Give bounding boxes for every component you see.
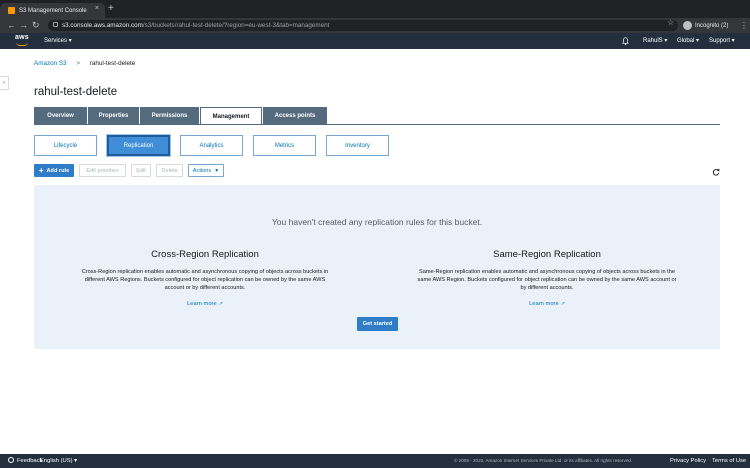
- incognito-indicator[interactable]: Incognito (2): [683, 20, 728, 31]
- cross-region-learn-more-link[interactable]: Learn more ↗: [187, 301, 223, 307]
- forward-icon[interactable]: →: [19, 19, 28, 32]
- aws-smile-icon: [16, 42, 28, 46]
- new-tab-button[interactable]: +: [108, 3, 114, 15]
- tab-overview[interactable]: Overview: [34, 107, 87, 124]
- reload-icon[interactable]: ↻: [32, 19, 40, 32]
- breadcrumb-amazon-s3[interactable]: Amazon S3: [34, 60, 67, 67]
- cross-region-section: Cross-Region Replication Cross-Region re…: [75, 249, 335, 310]
- address-url: s3.console.aws.amazon.com/s3/buckets/rah…: [62, 22, 330, 29]
- breadcrumb: Amazon S3 > rahul-test-delete: [34, 60, 135, 67]
- tab-access-points[interactable]: Access points: [263, 107, 327, 124]
- browser-menu-icon[interactable]: ⋮: [740, 19, 748, 32]
- empty-state-heading: You haven't created any replication rule…: [271, 217, 483, 227]
- browser-tab[interactable]: S3 Management Console ×: [0, 3, 105, 18]
- feedback-icon: [8, 457, 14, 463]
- privacy-policy-link[interactable]: Privacy Policy: [670, 454, 706, 468]
- cross-region-description: Cross-Region replication enables automat…: [81, 269, 329, 291]
- delete-button[interactable]: Delete: [156, 164, 183, 177]
- same-region-description: Same-Region replication enables automati…: [417, 269, 677, 291]
- refresh-icon[interactable]: [712, 168, 720, 176]
- services-menu[interactable]: Services ▾: [44, 33, 72, 49]
- subtab-replication[interactable]: Replication: [107, 135, 170, 156]
- support-menu[interactable]: Support ▾: [709, 33, 735, 49]
- aws-favicon-icon: [8, 7, 15, 14]
- management-subtabs: Lifecycle Replication Analytics Metrics …: [34, 135, 389, 156]
- console-footer: Feedback English (US) ▾ © 2008 - 2020, A…: [0, 454, 750, 468]
- lock-icon: [53, 22, 58, 27]
- same-region-title: Same-Region Replication: [493, 249, 601, 260]
- external-link-icon: ↗: [218, 301, 223, 307]
- actions-dropdown[interactable]: Actions ▼: [188, 164, 224, 177]
- rules-toolbar: + Add rule Edit priorities Edit Delete A…: [34, 164, 224, 177]
- caret-down-icon: ▼: [214, 167, 220, 174]
- breadcrumb-separator: >: [76, 60, 80, 67]
- same-region-learn-more-link[interactable]: Learn more ↗: [529, 301, 565, 307]
- tab-management[interactable]: Management: [200, 107, 262, 125]
- aws-console-header: aws Services ▾ RahulS ▾ Global ▾ Support…: [0, 33, 750, 49]
- cross-region-title: Cross-Region Replication: [151, 249, 259, 260]
- language-selector[interactable]: English (US) ▾: [40, 454, 77, 468]
- terms-of-use-link[interactable]: Terms of Use: [712, 454, 746, 468]
- same-region-section: Same-Region Replication Same-Region repl…: [417, 249, 677, 310]
- chevron-right-icon: ›: [3, 80, 5, 86]
- address-bar[interactable]: s3.console.aws.amazon.com/s3/buckets/rah…: [48, 20, 678, 31]
- user-menu[interactable]: RahulS ▾: [643, 33, 667, 49]
- tab-properties[interactable]: Properties: [88, 107, 139, 124]
- browser-toolbar: ← → ↻ s3.console.aws.amazon.com/s3/bucke…: [0, 18, 750, 33]
- region-menu[interactable]: Global ▾: [677, 33, 699, 49]
- plus-icon: +: [38, 165, 44, 175]
- back-icon[interactable]: ←: [7, 19, 16, 32]
- tab-permissions[interactable]: Permissions: [140, 107, 199, 124]
- breadcrumb-current: rahul-test-delete: [89, 60, 136, 67]
- tab-close-icon[interactable]: ×: [95, 5, 99, 12]
- external-link-icon: ↗: [560, 301, 565, 307]
- subtab-inventory[interactable]: Inventory: [326, 135, 389, 156]
- bookmark-star-icon[interactable]: ☆: [667, 18, 674, 27]
- page-title: rahul-test-delete: [34, 86, 118, 98]
- subtab-metrics[interactable]: Metrics: [253, 135, 316, 156]
- get-started-button[interactable]: Get started: [357, 317, 398, 331]
- side-nav-toggle[interactable]: ›: [0, 76, 9, 90]
- bucket-tabs: Overview Properties Permissions Manageme…: [34, 107, 327, 125]
- subtab-lifecycle[interactable]: Lifecycle: [34, 135, 97, 156]
- replication-empty-state: You haven't created any replication rule…: [34, 185, 720, 349]
- browser-tab-title: S3 Management Console: [19, 7, 87, 14]
- edit-button[interactable]: Edit: [131, 164, 151, 177]
- aws-logo[interactable]: aws: [15, 34, 31, 48]
- browser-tab-bar: S3 Management Console × +: [0, 0, 750, 18]
- tabs-divider: [34, 124, 720, 125]
- copyright-text: © 2008 - 2020, Amazon Internet Services …: [454, 458, 633, 463]
- add-rule-button[interactable]: + Add rule: [34, 164, 74, 177]
- feedback-link[interactable]: Feedback: [8, 454, 42, 468]
- bell-icon[interactable]: [622, 37, 629, 45]
- incognito-icon: [683, 21, 692, 30]
- edit-priorities-button[interactable]: Edit priorities: [79, 164, 126, 177]
- subtab-analytics[interactable]: Analytics: [180, 135, 243, 156]
